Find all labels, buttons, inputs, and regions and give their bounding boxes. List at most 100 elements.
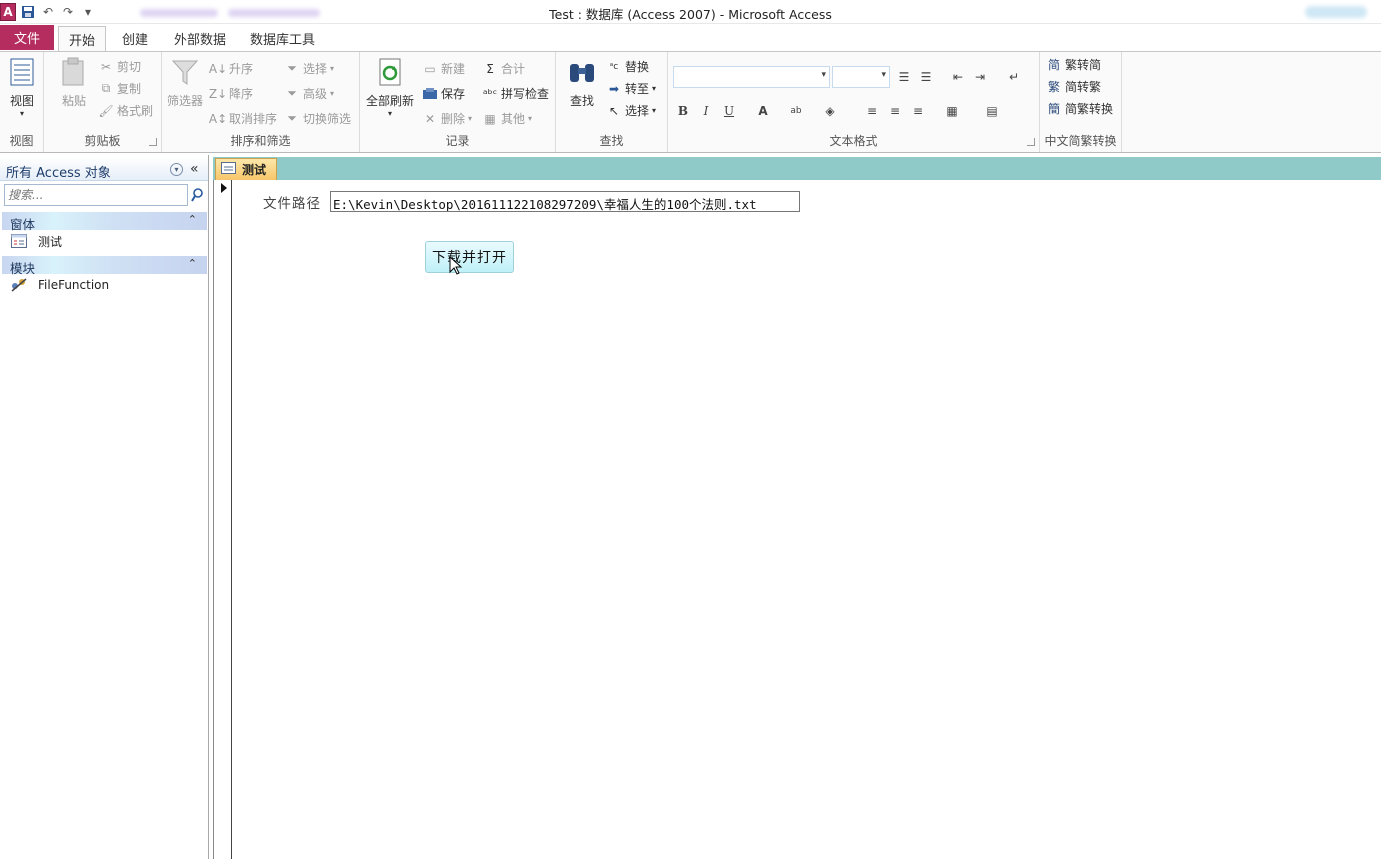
nav-category-modules[interactable]: 模块 ⌃ (2, 256, 207, 276)
chevron-down-icon: ▾ (528, 114, 533, 123)
record-selector[interactable] (214, 180, 232, 859)
highlight-button[interactable]: ab (786, 102, 806, 120)
replace-label: 替换 (625, 60, 650, 74)
toggle-filter-button[interactable]: ⏷ 切换筛选 (284, 110, 351, 127)
download-and-open-button[interactable]: 下载并打开 (425, 241, 514, 273)
collapse-pane-icon[interactable]: « (190, 161, 199, 177)
spelling-icon: ᵃᵇᶜ (482, 86, 498, 101)
nav-item-form-test[interactable]: 测试 (10, 231, 62, 251)
italic-button[interactable]: I (696, 102, 716, 120)
decrease-indent-icon[interactable]: ⇤ (948, 68, 968, 86)
file-path-textbox[interactable]: E:\Kevin\Desktop\201611122108297209\幸福人生… (330, 191, 800, 212)
underline-button[interactable]: U (719, 102, 739, 120)
tab-home[interactable]: 开始 (58, 26, 107, 52)
nav-header[interactable]: 所有 Access 对象 ▾ « (0, 157, 208, 181)
tab-external-data[interactable]: 外部数据 (164, 26, 236, 50)
selection-filter-button[interactable]: ⏷ 选择 ▾ (284, 60, 334, 77)
tab-create[interactable]: 创建 (112, 26, 158, 50)
convert-button[interactable]: 簡简繁转换 (1046, 100, 1113, 117)
cut-button[interactable]: ✂ 剪切 (98, 58, 141, 75)
nav-title: 所有 Access 对象 (6, 166, 111, 181)
nav-search-input[interactable] (5, 185, 187, 205)
remove-sort-button[interactable]: A↕ 取消排序 (208, 110, 278, 127)
select-button[interactable]: ↖ 选择 ▾ (606, 102, 656, 119)
search-icon[interactable] (189, 186, 205, 204)
group-sort-filter: 筛选器 A↓ 升序 Z↓ 降序 A↕ 取消排序 ⏷ 选择 ▾ ⏷ 高级 ▾ ⏷ 切换筛选 排序和… (162, 52, 360, 152)
refresh-icon (374, 56, 406, 88)
totals-button[interactable]: Σ 合计 (482, 60, 525, 77)
fill-color-icon[interactable]: ◈ (820, 102, 840, 120)
sort-ascending-label: 升序 (229, 62, 254, 76)
new-record-button[interactable]: ▭ 新建 (422, 60, 465, 77)
font-name-combo[interactable] (673, 66, 830, 88)
new-record-icon: ▭ (424, 61, 436, 76)
refresh-all-button[interactable]: 全部刷新 ▾ (366, 56, 414, 118)
selection-filter-label: 选择 (303, 62, 328, 76)
scissors-icon: ✂ (100, 59, 112, 74)
document-tab-test[interactable]: 测试 (215, 158, 277, 180)
sort-descending-label: 降序 (229, 87, 254, 101)
sort-ascending-button[interactable]: A↓ 升序 (209, 60, 254, 77)
toggle-filter-label: 切换筛选 (303, 112, 352, 126)
clipboard-launcher-icon[interactable] (149, 138, 157, 146)
goto-button[interactable]: ➡ 转至 ▾ (606, 80, 656, 97)
font-size-combo[interactable] (832, 66, 890, 88)
group-records: 全部刷新 ▾ ▭ 新建 保存 ✕ 删除 ▾ Σ 合计 ᵃᵇᶜ 拼写检查 ▦ 其他 ▾ 记录 (360, 52, 556, 152)
bold-button[interactable]: B (673, 102, 693, 120)
tab-database-tools[interactable]: 数据库工具 (240, 26, 325, 50)
advanced-filter-button[interactable]: ⏷ 高级 ▾ (284, 85, 334, 102)
brush-icon: 🖌 (98, 103, 114, 118)
find-button[interactable]: 查找 (566, 56, 598, 109)
nav-category-forms[interactable]: 窗体 ⌃ (2, 212, 207, 232)
align-center-icon[interactable]: ≡ (885, 102, 905, 120)
text-format-launcher-icon[interactable] (1027, 138, 1035, 146)
chevron-down-icon: ▾ (388, 109, 393, 118)
nav-search-box[interactable] (4, 184, 188, 206)
group-clipboard: 粘贴 ✂ 剪切 ⧉ 复制 🖌 格式刷 剪贴板 (44, 52, 162, 152)
tab-file[interactable]: 文件 (0, 25, 54, 50)
chevron-down-icon: ▾ (652, 106, 657, 115)
paste-icon (58, 56, 90, 88)
window-controls[interactable] (1305, 6, 1367, 18)
group-view: 视图 ▾ 视图 (0, 52, 44, 152)
document-tab-label: 测试 (242, 163, 267, 177)
alternate-row-color-icon[interactable]: ▤ (982, 102, 1002, 120)
bullet-list-icon[interactable]: ☰ (894, 68, 914, 86)
convert-label: 简繁转换 (1065, 102, 1114, 116)
remove-sort-icon: A↕ (208, 111, 228, 126)
find-label: 查找 (569, 94, 594, 108)
cursor-icon: ↖ (608, 103, 620, 118)
format-painter-label: 格式刷 (117, 104, 154, 118)
format-painter-button[interactable]: 🖌 格式刷 (98, 102, 153, 119)
save-record-button[interactable]: 保存 (422, 85, 465, 102)
view-button[interactable]: 视图 ▾ (6, 56, 38, 118)
replace-button[interactable]: ᵃc 替换 (606, 58, 649, 75)
to-traditional-button[interactable]: 繁简转繁 (1046, 78, 1101, 95)
view-label: 视图 (9, 94, 34, 108)
title-bar: A ↶ ↷ ▾ Test : 数据库 (Access 2007) - Micro… (0, 0, 1381, 24)
collapse-chevron-icon: ⌃ (187, 213, 197, 226)
gridlines-icon[interactable]: ▦ (942, 102, 962, 120)
align-left-icon[interactable]: ≡ (862, 102, 882, 120)
view-dropdown-icon: ▾ (19, 109, 24, 118)
copy-button[interactable]: ⧉ 复制 (98, 80, 141, 97)
to-simplified-button[interactable]: 简繁转简 (1046, 56, 1101, 73)
sort-descending-icon: Z↓ (208, 86, 228, 101)
increase-indent-icon[interactable]: ⇥ (970, 68, 990, 86)
replace-icon: ᵃc (609, 61, 619, 72)
funnel-icon (169, 56, 201, 88)
nav-item-module-filefunction[interactable]: FileFunction (10, 275, 109, 295)
delete-record-button[interactable]: ✕ 删除 ▾ (422, 110, 472, 127)
more-button[interactable]: ▦ 其他 ▾ (482, 110, 532, 127)
align-right-icon[interactable]: ≡ (908, 102, 928, 120)
filter-button[interactable]: 筛选器 (167, 56, 203, 109)
font-color-button[interactable]: A (753, 102, 773, 120)
sort-descending-button[interactable]: Z↓ 降序 (208, 85, 254, 102)
rtl-icon[interactable]: ↵ (1004, 68, 1024, 86)
paste-button[interactable]: 粘贴 (58, 56, 90, 109)
numbered-list-icon[interactable]: ☰ (916, 68, 936, 86)
spelling-button[interactable]: ᵃᵇᶜ 拼写检查 (482, 85, 549, 102)
remove-sort-label: 取消排序 (229, 112, 278, 126)
nav-menu-chevron-icon[interactable]: ▾ (170, 163, 183, 176)
ribbon-tabbar: 文件 开始 创建 外部数据 数据库工具 (0, 24, 1381, 52)
